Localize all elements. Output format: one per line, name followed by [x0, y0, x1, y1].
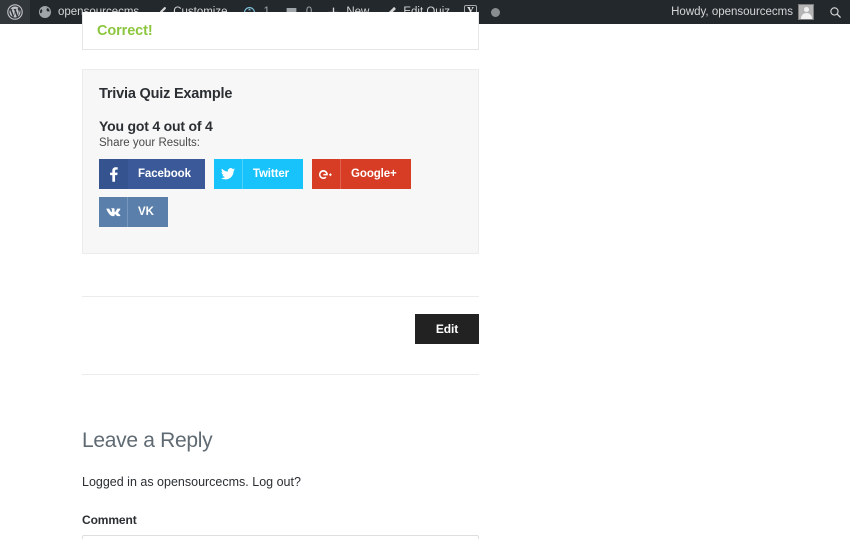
facebook-icon	[99, 159, 128, 189]
adminbar-howdy-label: Howdy, opensourcecms	[671, 6, 793, 18]
post-actions-row: Edit	[82, 314, 479, 344]
comment-input[interactable]	[82, 535, 479, 539]
seo-status-dot-icon	[491, 7, 501, 17]
adminbar-wp-logo[interactable]	[0, 0, 30, 24]
share-facebook-button[interactable]: Facebook	[99, 159, 205, 189]
quiz-score: You got 4 out of 4	[99, 118, 213, 134]
log-out-link[interactable]: Log out?	[252, 475, 301, 489]
share-facebook-label: Facebook	[138, 168, 191, 180]
wordpress-logo-icon	[7, 4, 23, 20]
avatar	[798, 4, 814, 20]
answer-feedback-box: Correct!	[82, 12, 479, 50]
comment-respond-section: Leave a Reply Logged in as opensourcecms…	[82, 429, 479, 539]
share-buttons-row-2: VK	[99, 197, 462, 227]
share-googleplus-button[interactable]: Google+	[312, 159, 411, 189]
divider-above-edit	[82, 296, 479, 297]
share-twitter-button[interactable]: Twitter	[213, 159, 304, 189]
quiz-title: Trivia Quiz Example	[99, 86, 233, 102]
dashboard-home-icon	[37, 4, 53, 20]
vk-logo-icon	[99, 197, 128, 227]
page-content: Correct! Trivia Quiz Example You got 4 o…	[0, 12, 850, 539]
logged-in-as-line: Logged in as opensourcecms. Log out?	[82, 475, 479, 489]
divider-below-edit	[82, 374, 479, 375]
share-vk-button[interactable]: VK	[99, 197, 168, 227]
comment-field-label: Comment	[82, 513, 137, 527]
share-vk-label: VK	[138, 206, 154, 218]
quiz-result-panel: Trivia Quiz Example You got 4 out of 4 S…	[82, 69, 479, 254]
answer-feedback-text: Correct!	[97, 22, 153, 39]
search-icon	[828, 5, 843, 20]
logged-in-as-text: Logged in as opensourcecms.	[82, 475, 253, 489]
leave-a-reply-title: Leave a Reply	[82, 429, 213, 452]
adminbar-seo-status[interactable]	[484, 0, 507, 24]
share-googleplus-label: Google+	[351, 168, 397, 180]
share-results-label: Share your Results:	[99, 137, 200, 149]
edit-button[interactable]: Edit	[415, 314, 479, 344]
google-plus-icon	[312, 159, 342, 189]
adminbar-my-account[interactable]: Howdy, opensourcecms	[664, 0, 821, 24]
share-twitter-label: Twitter	[252, 168, 290, 180]
adminbar-right-group: Howdy, opensourcecms	[664, 0, 850, 24]
twitter-bird-icon	[213, 159, 243, 189]
share-buttons-row-1: Facebook Twitter Google+	[99, 159, 462, 189]
adminbar-search[interactable]	[821, 0, 850, 24]
